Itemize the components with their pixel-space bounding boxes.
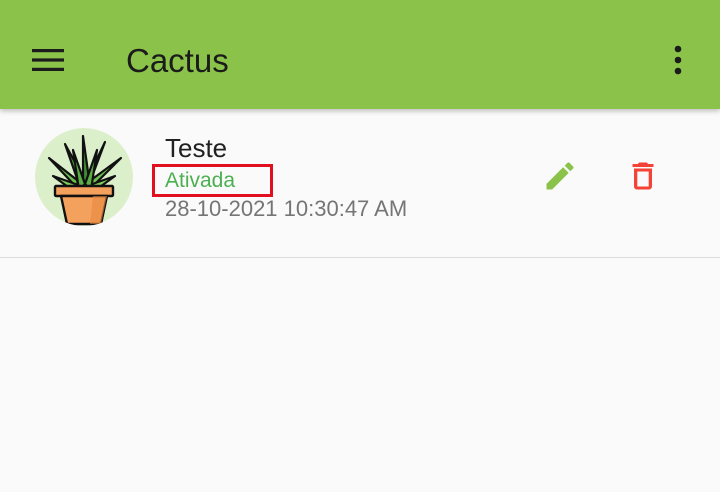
edit-button[interactable]	[537, 156, 583, 196]
app-bar: Cactus	[0, 0, 720, 109]
menu-icon	[32, 49, 64, 71]
menu-button[interactable]	[28, 38, 70, 82]
plant-name: Teste	[165, 133, 228, 163]
potted-plant-icon	[47, 134, 123, 226]
more-vert-icon	[674, 45, 682, 75]
page-title: Cactus	[126, 42, 229, 79]
trash-icon	[632, 162, 654, 190]
avatar	[35, 128, 133, 226]
delete-button[interactable]	[622, 156, 664, 196]
list-item[interactable]: Teste Ativada 28-10-2021 10:30:47 AM	[0, 109, 720, 258]
highlight-box	[152, 164, 273, 197]
overflow-menu-button[interactable]	[660, 40, 696, 80]
pencil-icon	[546, 162, 574, 190]
timestamp: 28-10-2021 10:30:47 AM	[165, 196, 408, 221]
